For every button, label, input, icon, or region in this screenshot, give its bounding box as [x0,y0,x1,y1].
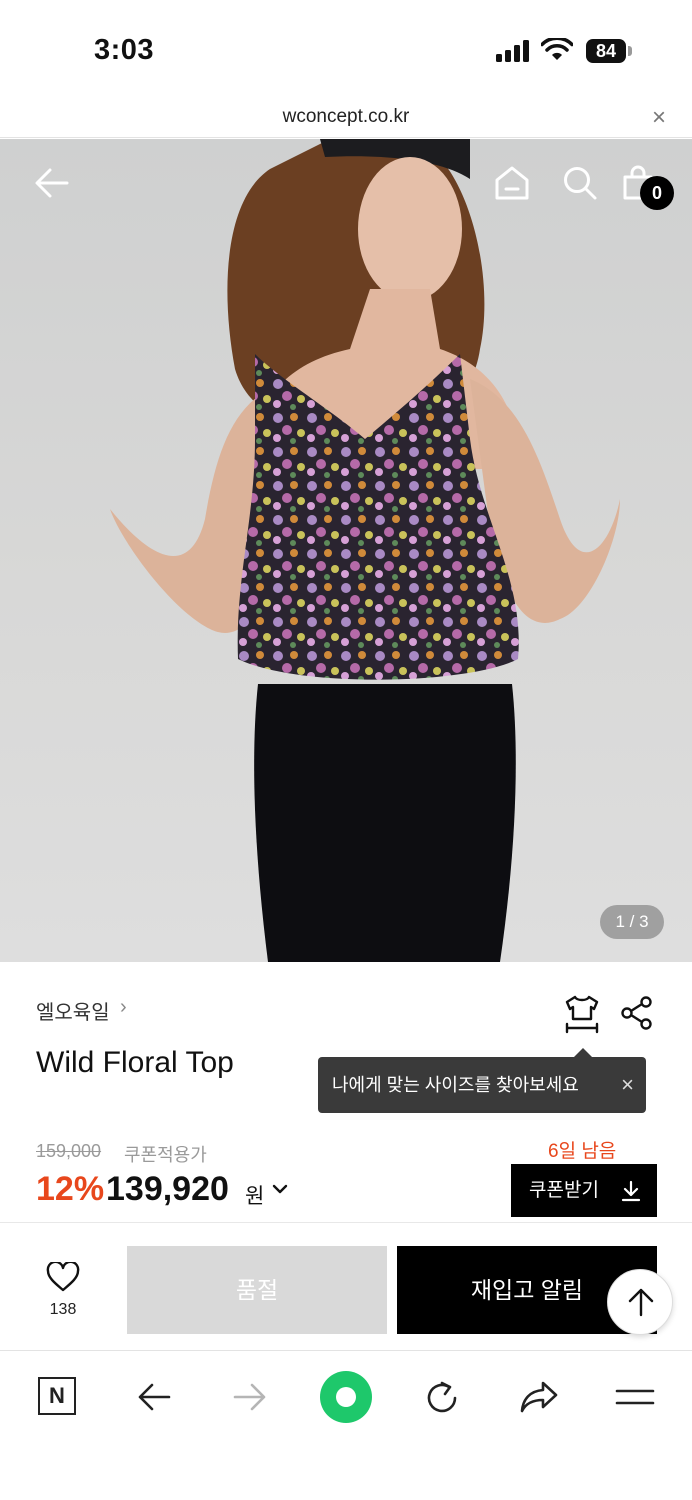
get-coupon-label: 쿠폰받기 [529,1180,599,1201]
coupon-days-left: 6일 남음 [548,1141,617,1162]
chevron-right-icon[interactable]: › [120,996,127,1019]
chevron-down-icon[interactable] [271,1182,289,1196]
final-price: 139,920 [106,1170,229,1208]
coupon-price-label: 쿠폰적용가 [124,1145,207,1165]
cellular-signal-icon [496,40,529,62]
image-counter: 1 / 3 [600,905,664,939]
scroll-to-top-button[interactable] [607,1269,673,1335]
url-bar: wconcept.co.kr × [0,100,692,138]
divider [0,1222,692,1223]
browser-nav-bar: N [0,1350,692,1500]
naver-home-button[interactable]: N [38,1377,76,1415]
brand-link[interactable]: 엘오육일 [36,996,110,1025]
discount-rate: 12% [36,1170,105,1208]
home-icon[interactable] [494,165,530,201]
green-dot-button[interactable] [320,1371,372,1423]
download-icon [621,1180,641,1202]
tooltip-text: 나에게 맞는 사이즈를 찾아보세요 [332,1075,579,1095]
like-button[interactable]: 138 [40,1260,86,1319]
tooltip-arrow [574,1048,592,1057]
refresh-icon[interactable] [423,1379,461,1417]
share-icon[interactable] [620,996,654,1030]
status-bar: 3:03 84 [0,0,692,100]
arrow-up-icon [628,1288,654,1317]
product-title: Wild Floral Top [36,1046,234,1079]
back-arrow-icon[interactable] [34,165,70,201]
battery-tip [628,46,632,56]
product-image[interactable]: 0 1 / 3 [0,139,692,962]
url-text[interactable]: wconcept.co.kr [0,106,692,128]
status-time: 3:03 [94,34,155,66]
heart-icon [46,1260,80,1292]
menu-icon[interactable] [615,1379,655,1415]
back-icon[interactable] [136,1379,172,1415]
wifi-icon [541,38,573,60]
model-photo [110,139,620,962]
soldout-button[interactable]: 품절 [127,1246,387,1334]
search-icon[interactable] [562,165,598,201]
like-count: 138 [49,1301,77,1318]
original-price: 159,000 [36,1141,102,1161]
size-guide-icon[interactable] [563,994,601,1034]
share-arrow-icon[interactable] [519,1379,559,1415]
get-coupon-button[interactable]: 쿠폰받기 [511,1164,657,1217]
forward-icon[interactable] [232,1379,268,1415]
currency-label: 원 [245,1185,265,1208]
close-icon[interactable]: × [652,104,666,132]
tooltip-close-icon[interactable]: × [621,1057,634,1113]
cart-count-badge: 0 [640,176,674,210]
size-tooltip: 나에게 맞는 사이즈를 찾아보세요 × [318,1048,646,1113]
battery-icon: 84 [586,39,626,63]
